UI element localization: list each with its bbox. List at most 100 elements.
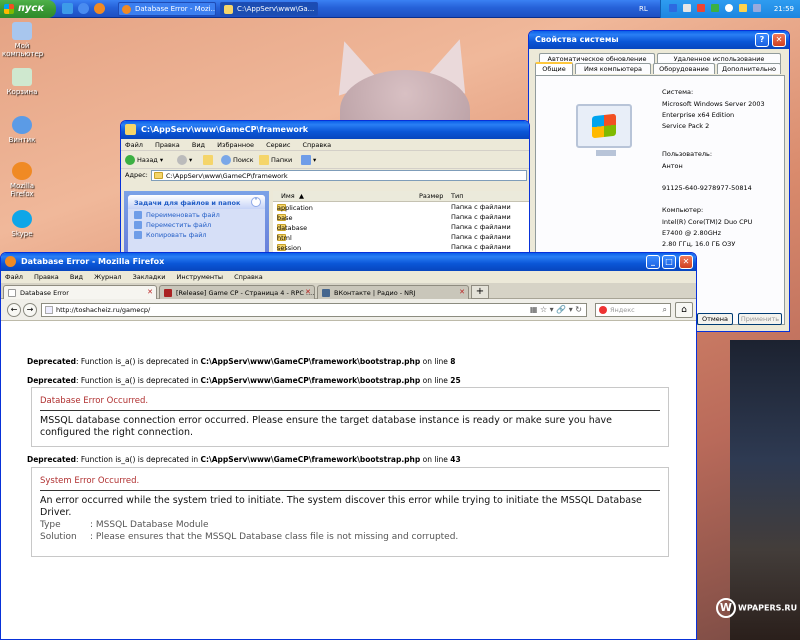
file-type: Папка с файлами	[451, 203, 511, 211]
help-button[interactable]: ?	[755, 33, 769, 47]
url-input[interactable]: http://toshacheiz.ru/gamecp/ ▦ ☆ ▾ 🔗 ▾ ↻	[41, 303, 587, 317]
column-size[interactable]: Размер	[419, 192, 443, 200]
menu-tools[interactable]: Инструменты	[177, 273, 224, 281]
menu-help[interactable]: Справка	[303, 141, 332, 149]
taskbar-task-explorer[interactable]: C:\AppServ\www\Ga...	[220, 2, 318, 16]
window-title: C:\AppServ\www\GameCP\framework	[141, 125, 309, 134]
tray-app-icon[interactable]	[711, 4, 719, 12]
tray-antivirus-icon[interactable]	[697, 4, 705, 12]
deprecated-line-text: on line	[420, 455, 451, 464]
close-tab-icon[interactable]: ✕	[459, 288, 465, 296]
firefox-titlebar[interactable]: Database Error - Mozilla Firefox _ □ ✕	[1, 253, 696, 271]
firefox-window: Database Error - Mozilla Firefox _ □ ✕ Ф…	[0, 252, 697, 640]
file-type: Папка с файлами	[451, 243, 511, 251]
home-button[interactable]: ⌂	[675, 302, 693, 318]
file-type: Папка с файлами	[451, 233, 511, 241]
quicklaunch-desktop-icon[interactable]	[62, 3, 73, 14]
url-action-icons[interactable]: ▦ ☆ ▾ 🔗 ▾ ↻	[530, 305, 582, 314]
task-move[interactable]: Переместить файл	[128, 219, 265, 229]
forward-button[interactable]: →	[23, 303, 37, 317]
cancel-button[interactable]: Отмена	[697, 313, 733, 325]
desktop-icon-recycle-bin[interactable]: Корзина	[2, 68, 42, 96]
back-button[interactable]: Назад ▾	[125, 154, 163, 166]
tasks-header[interactable]: Задачи для файлов и папок ˄	[128, 195, 265, 209]
file-row[interactable]: base Папка с файлами	[273, 212, 529, 222]
tab-hardware[interactable]: Оборудование	[653, 63, 715, 74]
maximize-button[interactable]: □	[662, 255, 676, 269]
column-type[interactable]: Тип	[451, 192, 463, 200]
explorer-titlebar[interactable]: C:\AppServ\www\GameCP\framework	[121, 121, 529, 139]
tab-release-gamecp[interactable]: [Release] Game CP - Страница 4 - RPC :..…	[159, 285, 315, 299]
forward-button[interactable]: ▾	[177, 154, 192, 166]
tab-general[interactable]: Общие	[535, 62, 573, 75]
page-content: Deprecated: Function is_a() is deprecate…	[1, 321, 696, 639]
menu-bookmarks[interactable]: Закладки	[133, 273, 166, 281]
gear-icon	[12, 116, 32, 134]
up-button[interactable]	[203, 154, 215, 166]
search-icon[interactable]: ⌕	[663, 305, 667, 315]
menu-view[interactable]: Вид	[192, 141, 205, 149]
user-label: Пользователь:	[662, 150, 713, 158]
column-name[interactable]: Имя	[281, 192, 295, 200]
start-label: пуск	[18, 3, 45, 14]
file-name: base	[277, 214, 293, 222]
menu-history[interactable]: Журнал	[94, 273, 121, 281]
file-row[interactable]: database Папка с файлами	[273, 222, 529, 232]
menu-edit[interactable]: Правка	[34, 273, 59, 281]
apply-button[interactable]: Применить	[738, 313, 782, 325]
menu-edit[interactable]: Правка	[155, 141, 180, 149]
task-rename[interactable]: Переименовать файл	[128, 209, 265, 219]
start-button[interactable]: пуск	[0, 0, 56, 18]
desktop-icon-vintik[interactable]: Винтик	[2, 116, 42, 144]
file-row[interactable]: session Папка с файлами	[273, 242, 529, 252]
back-button[interactable]: ←	[7, 303, 21, 317]
quicklaunch-firefox-icon[interactable]	[94, 3, 105, 14]
close-button[interactable]: ✕	[679, 255, 693, 269]
window-title: Свойства системы	[535, 35, 619, 44]
desktop-icon-my-computer[interactable]: Мой компьютер	[2, 22, 43, 58]
yandex-icon[interactable]	[599, 306, 607, 314]
desktop-icon-firefox[interactable]: Mozilla Firefox	[2, 162, 42, 198]
tab-advanced[interactable]: Дополнительно	[717, 63, 781, 74]
menu-file[interactable]: Файл	[125, 141, 143, 149]
task-copy[interactable]: Копировать файл	[128, 229, 265, 239]
file-row[interactable]: application Папка с файлами	[273, 202, 529, 212]
address-input[interactable]: C:\AppServ\www\GameCP\framework	[151, 170, 527, 181]
new-tab-button[interactable]: +	[471, 285, 489, 299]
menu-view[interactable]: Вид	[70, 273, 83, 281]
explorer-menubar: Файл Правка Вид Избранное Сервис Справка	[121, 139, 529, 151]
tray-volume-icon[interactable]	[683, 4, 691, 12]
desktop-icon-skype[interactable]: Skype	[2, 210, 42, 238]
tab-vkontakte[interactable]: ВКонтакте | Радио - NRJ ✕	[317, 285, 469, 299]
tab-computer-name[interactable]: Имя компьютера	[575, 63, 651, 74]
collapse-chevron-icon[interactable]: ˄	[251, 197, 261, 207]
quicklaunch-ie-icon[interactable]	[78, 3, 89, 14]
clock[interactable]: 21:59	[774, 5, 794, 13]
taskbar-task-firefox[interactable]: Database Error - Mozi...	[118, 2, 216, 16]
system-error-box: System Error Occurred. An error occurred…	[31, 467, 669, 557]
menu-file[interactable]: Файл	[5, 273, 23, 281]
site-identity-icon[interactable]	[45, 306, 53, 314]
tray-network-icon[interactable]	[669, 4, 677, 12]
folders-button[interactable]: Папки	[259, 154, 292, 166]
menu-tools[interactable]: Сервис	[266, 141, 290, 149]
system-properties-titlebar[interactable]: Свойства системы ? ✕	[529, 31, 789, 49]
error-title: Database Error Occurred.	[40, 396, 660, 411]
language-indicator[interactable]: RL	[639, 5, 648, 13]
tray-notify-icon[interactable]	[739, 4, 747, 12]
menu-favorites[interactable]: Избранное	[217, 141, 254, 149]
tab-database-error[interactable]: Database Error ✕	[3, 285, 157, 299]
minimize-button[interactable]: _	[646, 255, 660, 269]
task-label: Копировать файл	[146, 231, 207, 239]
file-row[interactable]: html Папка с файлами	[273, 232, 529, 242]
menu-help[interactable]: Справка	[234, 273, 263, 281]
views-button[interactable]: ▾	[301, 154, 316, 166]
search-input[interactable]: Яндекс ⌕	[595, 303, 671, 317]
search-button[interactable]: Поиск	[221, 154, 254, 166]
close-tab-icon[interactable]: ✕	[147, 288, 153, 296]
close-tab-icon[interactable]: ✕	[305, 288, 311, 296]
tray-messenger-icon[interactable]	[725, 4, 733, 12]
close-button[interactable]: ✕	[772, 33, 786, 47]
tray-skype-icon[interactable]	[753, 4, 761, 12]
recycle-bin-icon	[12, 68, 32, 86]
